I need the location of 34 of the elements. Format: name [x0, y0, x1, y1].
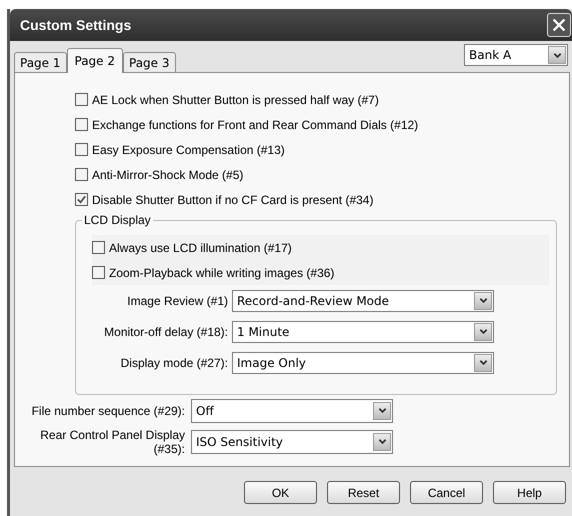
tab[interactable]: Page 2	[66, 48, 123, 73]
dialog-button[interactable]: Cancel	[410, 481, 483, 504]
checkbox-label[interactable]: Disable Shutter Button if no CF Card is present (#34)	[92, 192, 374, 206]
field-label: Display mode (#27):	[120, 356, 229, 370]
checkbox-label[interactable]: Exchange functions for Front and Rear Command Dials (#12)	[92, 118, 418, 132]
checkbox[interactable]	[75, 143, 88, 156]
close-button[interactable]	[547, 13, 571, 37]
checkbox[interactable]	[92, 266, 105, 279]
dialog-button[interactable]: Reset	[327, 481, 400, 504]
group-title: LCD Display	[82, 213, 153, 227]
dialog-button[interactable]: Help	[493, 481, 566, 504]
checkbox[interactable]	[92, 241, 105, 254]
checkbox-label[interactable]: Anti-Mirror-Shock Mode (#5)	[92, 168, 244, 182]
checkbox-label[interactable]: Easy Exposure Compensation (#13)	[92, 142, 285, 156]
dialog-button[interactable]: OK	[244, 481, 317, 504]
dropdown[interactable]: ISO Sensitivity	[191, 430, 393, 454]
field-label: Monitor-off delay (#18):	[103, 324, 229, 338]
field-label: Rear Control Panel Display (#35):	[39, 428, 186, 456]
dropdown[interactable]: Off	[191, 398, 393, 422]
tab[interactable]: Page 3	[123, 52, 176, 73]
window-title: Custom Settings	[20, 17, 132, 33]
close-icon	[550, 16, 568, 34]
dropdown[interactable]: Record-and-Review Mode	[232, 290, 494, 312]
checkbox[interactable]	[75, 193, 88, 206]
checkbox[interactable]	[75, 93, 88, 106]
tab[interactable]: Page 1	[14, 52, 66, 73]
field-label: Image Review (#1)	[126, 294, 229, 308]
checkbox[interactable]	[75, 118, 88, 131]
checkbox-label[interactable]: AE Lock when Shutter Button is pressed half way (#7)	[92, 92, 379, 106]
dropdown[interactable]: 1 Minute	[232, 320, 494, 342]
field-label: File number sequence (#29):	[30, 404, 186, 418]
dropdown[interactable]: Image Only	[232, 352, 494, 374]
dropdown[interactable]: Bank A	[464, 44, 568, 66]
checkbox[interactable]	[75, 168, 88, 181]
